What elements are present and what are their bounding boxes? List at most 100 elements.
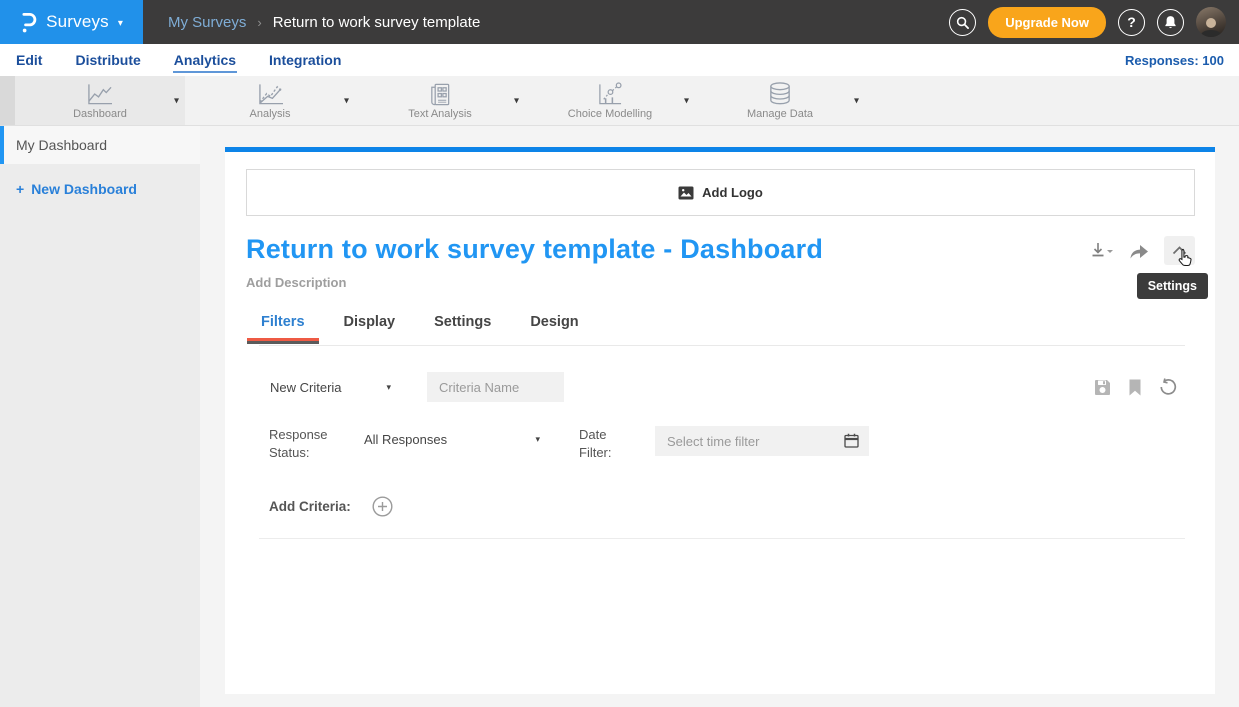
toolbar-item-manage-data[interactable]: Manage Data ▾	[695, 76, 865, 125]
choice-modelling-caret-down-icon[interactable]: ▾	[684, 95, 689, 106]
date-filter-label: Date Filter:	[579, 426, 641, 462]
criteria-row: New Criteria ▾	[259, 372, 1177, 402]
tab-analytics[interactable]: Analytics	[173, 47, 237, 73]
question-mark-icon: ?	[1127, 14, 1136, 30]
collapse-settings-button[interactable]: Settings	[1164, 236, 1195, 265]
new-dashboard-button[interactable]: + New Dashboard	[0, 164, 200, 214]
tabs-divider	[259, 345, 1185, 346]
share-forward-icon	[1128, 242, 1150, 260]
product-name: Surveys	[46, 12, 109, 32]
user-avatar[interactable]	[1196, 7, 1226, 37]
tab-integration[interactable]: Integration	[268, 47, 342, 73]
top-bar: Surveys ▾ My Surveys › Return to work su…	[0, 0, 1239, 44]
topbar-actions: Upgrade Now ?	[949, 7, 1239, 38]
toolbar-item-text-analysis[interactable]: Text Analysis ▾	[355, 76, 525, 125]
download-button[interactable]	[1090, 241, 1114, 261]
bell-icon	[1164, 15, 1177, 29]
tab-filters-label: Filters	[261, 314, 305, 330]
response-filter-row: Response Status: All Responses ▾ Date Fi…	[259, 426, 1195, 462]
time-filter-input[interactable]	[655, 426, 869, 456]
settings-tooltip: Settings	[1137, 273, 1208, 299]
line-chart-icon	[83, 82, 116, 107]
dashboard-header: Return to work survey template - Dashboa…	[246, 234, 1195, 265]
add-criteria-button[interactable]	[372, 496, 393, 517]
upgrade-now-button[interactable]: Upgrade Now	[988, 7, 1106, 38]
breadcrumb-my-surveys[interactable]: My Surveys	[168, 14, 246, 31]
add-criteria-label: Add Criteria:	[269, 499, 351, 514]
add-description-button[interactable]: Add Description	[246, 275, 1195, 290]
tab-design[interactable]: Design	[528, 314, 580, 342]
breadcrumb: My Surveys › Return to work survey templ…	[168, 14, 480, 31]
app-logo-button[interactable]: Surveys ▾	[0, 0, 143, 44]
plus-circle-icon	[372, 496, 393, 517]
sidebar-item-label: My Dashboard	[16, 137, 107, 153]
breadcrumb-current-survey: Return to work survey template	[273, 14, 481, 31]
workspace: My Dashboard + New Dashboard Add Logo Re…	[0, 126, 1239, 707]
response-status-dropdown[interactable]: All Responses ▾	[364, 432, 540, 447]
tab-edit[interactable]: Edit	[15, 47, 43, 73]
notifications-button[interactable]	[1157, 9, 1184, 36]
date-filter-field	[655, 426, 869, 456]
active-tab-indicator	[247, 338, 319, 344]
manage-data-caret-down-icon[interactable]: ▾	[854, 95, 859, 106]
criteria-dropdown-value: New Criteria	[259, 380, 342, 395]
trend-chart-icon	[254, 82, 287, 107]
criteria-name-input[interactable]	[427, 372, 564, 402]
bookmark-criteria-button[interactable]	[1128, 379, 1142, 396]
tab-filters[interactable]: Filters	[259, 314, 307, 342]
new-dashboard-label: New Dashboard	[31, 181, 137, 197]
responses-count: Responses: 100	[1125, 53, 1224, 68]
criteria-dropdown[interactable]: New Criteria ▾	[259, 380, 391, 395]
refresh-icon	[1159, 378, 1177, 396]
scatter-chart-icon	[593, 82, 626, 107]
tab-settings[interactable]: Settings	[432, 314, 493, 342]
reset-criteria-button[interactable]	[1159, 378, 1177, 396]
toolbar-item-analysis[interactable]: Analysis ▾	[185, 76, 355, 125]
criteria-actions	[1094, 378, 1177, 396]
search-button[interactable]	[949, 9, 976, 36]
bookmark-icon	[1128, 379, 1142, 396]
document-icon	[426, 82, 454, 107]
save-icon	[1094, 379, 1111, 396]
save-criteria-button[interactable]	[1094, 379, 1111, 396]
tab-distribute[interactable]: Distribute	[74, 47, 141, 73]
avatar-silhouette-icon	[1199, 17, 1223, 37]
response-status-caret-down-icon: ▾	[535, 434, 540, 445]
toolbar-item-choice-modelling[interactable]: Choice Modelling ▾	[525, 76, 695, 125]
image-icon	[678, 186, 694, 200]
tab-design-label: Design	[530, 314, 578, 330]
breadcrumb-separator: ›	[257, 15, 261, 30]
plus-icon: +	[16, 181, 24, 197]
dashboard-main: Add Logo Return to work survey template …	[200, 126, 1239, 707]
sidebar-item-my-dashboard[interactable]: My Dashboard	[0, 126, 200, 164]
criteria-caret-down-icon: ▾	[386, 382, 391, 393]
proprofs-p-icon	[20, 11, 37, 34]
analysis-caret-down-icon[interactable]: ▾	[344, 95, 349, 106]
add-logo-button[interactable]: Add Logo	[246, 169, 1195, 216]
database-icon	[765, 81, 795, 107]
help-button[interactable]: ?	[1118, 9, 1145, 36]
add-criteria-row: Add Criteria:	[269, 496, 1195, 517]
dashboard-title[interactable]: Return to work survey template - Dashboa…	[246, 234, 823, 265]
product-caret-down-icon: ▾	[118, 18, 123, 29]
toolbar-item-label: Text Analysis	[408, 108, 472, 120]
share-button[interactable]	[1128, 242, 1150, 260]
dashboard-settings-tabs: Filters Display Settings Design	[259, 314, 1195, 342]
mouse-cursor-hand-icon	[1175, 248, 1194, 274]
text-analysis-caret-down-icon[interactable]: ▾	[514, 95, 519, 106]
dashboard-card: Add Logo Return to work survey template …	[225, 147, 1215, 694]
tab-display[interactable]: Display	[342, 314, 398, 342]
toolbar-item-dashboard[interactable]: Dashboard ▾	[15, 76, 185, 125]
response-status-value: All Responses	[364, 432, 447, 447]
search-icon	[956, 16, 969, 29]
add-logo-label: Add Logo	[702, 185, 763, 200]
dashboard-actions: Settings	[1090, 234, 1195, 265]
toolbar-item-label: Manage Data	[747, 108, 813, 120]
dashboard-caret-down-icon[interactable]: ▾	[174, 95, 179, 106]
response-status-label: Response Status:	[259, 426, 335, 462]
analytics-toolbar: Dashboard ▾ Analysis ▾	[0, 76, 1239, 126]
filters-bottom-divider	[259, 538, 1185, 539]
survey-nav-bar: Edit Distribute Analytics Integration Re…	[0, 44, 1239, 76]
dashboard-sidebar: My Dashboard + New Dashboard	[0, 126, 200, 707]
toolbar-item-label: Dashboard	[73, 108, 127, 120]
